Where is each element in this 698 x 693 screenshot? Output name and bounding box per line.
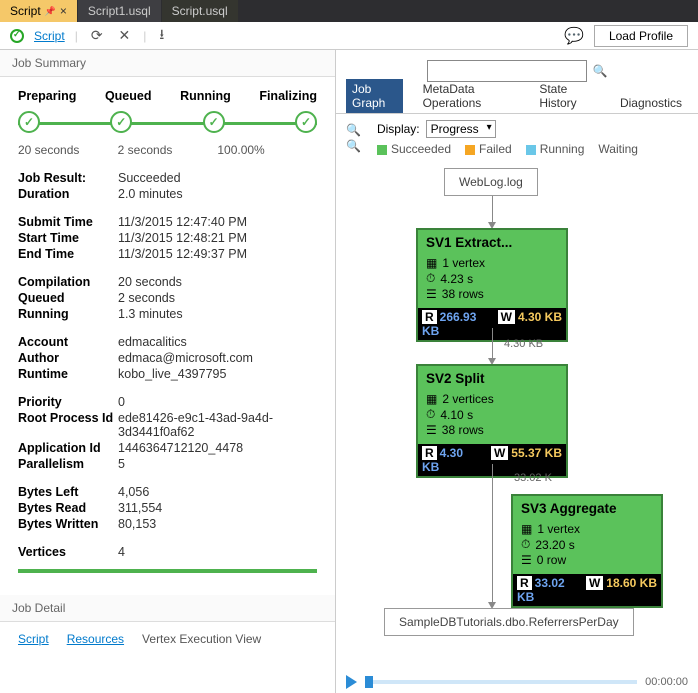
sv3-node[interactable]: SV3 Aggregate ▦ 1 vertex ⏱ 23.20 s ☰ 0 r…: [511, 494, 663, 608]
check-icon: ✓: [203, 111, 225, 133]
summary-value: 5: [118, 457, 317, 471]
divider: [18, 569, 317, 573]
success-icon: [10, 29, 24, 43]
summary-key: Root Process Id: [18, 411, 118, 439]
summary-value: 11/3/2015 12:48:21 PM: [118, 231, 317, 245]
summary-key: Bytes Left: [18, 485, 118, 499]
summary-value: 1446364712120_4478: [118, 441, 317, 455]
summary-value: 0: [118, 395, 317, 409]
zoom-out-icon[interactable]: 🔍: [346, 139, 361, 153]
pin-icon: 📌: [45, 6, 56, 17]
right-panel: 🔍 Job Graph MetaData Operations State Hi…: [336, 50, 698, 693]
summary-value: 2 seconds: [118, 291, 317, 305]
detail-link-script[interactable]: Script: [18, 632, 49, 646]
summary-key: Submit Time: [18, 215, 118, 229]
detail-link-vertex[interactable]: Vertex Execution View: [142, 632, 261, 646]
check-icon: ✓: [295, 111, 317, 133]
left-panel: Job Summary Preparing Queued Running Fin…: [0, 50, 336, 693]
summary-value: edmacalitics: [118, 335, 317, 349]
job-summary-header: Job Summary: [0, 50, 335, 77]
summary-value: kobo_live_4397795: [118, 367, 317, 381]
tab-metadata[interactable]: MetaData Operations: [417, 79, 520, 113]
summary-value: 311,554: [118, 501, 317, 515]
load-profile-button[interactable]: Load Profile: [594, 25, 688, 47]
summary-value: 2.0 minutes: [118, 187, 317, 201]
script-link[interactable]: Script: [34, 29, 65, 43]
summary-key: Account: [18, 335, 118, 349]
summary-value: 4,056: [118, 485, 317, 499]
zoom-controls: 🔍 🔍: [346, 123, 361, 153]
summary-key: Start Time: [18, 231, 118, 245]
summary-key: Vertices: [18, 545, 118, 559]
summary-key: Author: [18, 351, 118, 365]
summary-key: Bytes Read: [18, 501, 118, 515]
phase-values: 20 seconds 2 seconds 100.00%: [18, 143, 317, 157]
phase-labels: Preparing Queued Running Finalizing: [18, 89, 317, 103]
detail-links: Script Resources Vertex Execution View: [0, 622, 335, 656]
summary-key: Priority: [18, 395, 118, 409]
tab-diagnostics[interactable]: Diagnostics: [614, 93, 688, 113]
tab-state-history[interactable]: State History: [533, 79, 600, 113]
playback-bar: 00:00:00: [346, 675, 688, 689]
job-graph[interactable]: WebLog.log SV1 Extract... ▦ 1 vertex ⏱ 4…: [336, 162, 698, 693]
summary-key: Running: [18, 307, 118, 321]
playback-slider[interactable]: [365, 680, 637, 684]
summary-key: Job Result:: [18, 171, 118, 185]
sv1-node[interactable]: SV1 Extract... ▦ 1 vertex ⏱ 4.23 s ☰ 38 …: [416, 228, 568, 342]
right-tabs: Job Graph MetaData Operations State Hist…: [336, 92, 698, 114]
phase-track: ✓ ✓ ✓ ✓: [18, 111, 317, 135]
summary-key: Parallelism: [18, 457, 118, 471]
summary-key: End Time: [18, 247, 118, 261]
summary-key: Queued: [18, 291, 118, 305]
job-detail-header: Job Detail: [0, 595, 335, 622]
sv2-node[interactable]: SV2 Split ▦ 2 vertices ⏱ 4.10 s ☰ 38 row…: [416, 364, 568, 478]
summary-key: Application Id: [18, 441, 118, 455]
legend: Succeeded Failed Running Waiting: [377, 142, 638, 156]
close-icon[interactable]: ×: [60, 4, 67, 18]
refresh-button[interactable]: ⟳: [88, 27, 106, 44]
detail-link-resources[interactable]: Resources: [67, 632, 124, 646]
summary-value: Succeeded: [118, 171, 317, 185]
tab-script1[interactable]: Script1.usql: [78, 0, 162, 22]
input-node[interactable]: WebLog.log: [444, 168, 538, 196]
summary-value: 80,153: [118, 517, 317, 531]
summary-value: ede81426-e9c1-43ad-9a4d-3d3441f0af62: [118, 411, 317, 439]
summary-value: 20 seconds: [118, 275, 317, 289]
toolbar: Script | ⟳ ✕ | ⭳ 💬 Load Profile: [0, 22, 698, 50]
tab-script[interactable]: Script.usql: [162, 0, 239, 22]
zoom-in-icon[interactable]: 🔍: [346, 123, 361, 137]
output-node[interactable]: SampleDBTutorials.dbo.ReferrersPerDay: [384, 608, 634, 636]
legend-item: Running: [526, 142, 585, 156]
legend-item: Succeeded: [377, 142, 451, 156]
summary-value: edmaca@microsoft.com: [118, 351, 317, 365]
check-icon: ✓: [18, 111, 40, 133]
summary-key: Duration: [18, 187, 118, 201]
playback-time: 00:00:00: [645, 676, 688, 688]
tab-job-graph[interactable]: Job Graph: [346, 79, 403, 113]
play-button[interactable]: [346, 675, 357, 689]
cancel-button[interactable]: ✕: [116, 27, 134, 44]
legend-item: Waiting: [598, 142, 638, 156]
legend-item: Failed: [465, 142, 512, 156]
summary-key: Runtime: [18, 367, 118, 381]
summary-value: 11/3/2015 12:47:40 PM: [118, 215, 317, 229]
check-icon: ✓: [110, 111, 132, 133]
download-button[interactable]: ⭳: [156, 24, 167, 48]
summary-list: Job Result:SucceededDuration2.0 minutesS…: [18, 171, 317, 559]
summary-value: 11/3/2015 12:49:37 PM: [118, 247, 317, 261]
tab-script-active[interactable]: Script📌×: [0, 0, 78, 22]
summary-key: Bytes Written: [18, 517, 118, 531]
display-label: Display:: [377, 122, 420, 136]
display-select[interactable]: Progress: [426, 120, 496, 138]
summary-value: 4: [118, 545, 317, 559]
feedback-icon[interactable]: 💬: [564, 26, 584, 46]
summary-key: Compilation: [18, 275, 118, 289]
tab-bar: Script📌× Script1.usql Script.usql: [0, 0, 698, 22]
summary-value: 1.3 minutes: [118, 307, 317, 321]
